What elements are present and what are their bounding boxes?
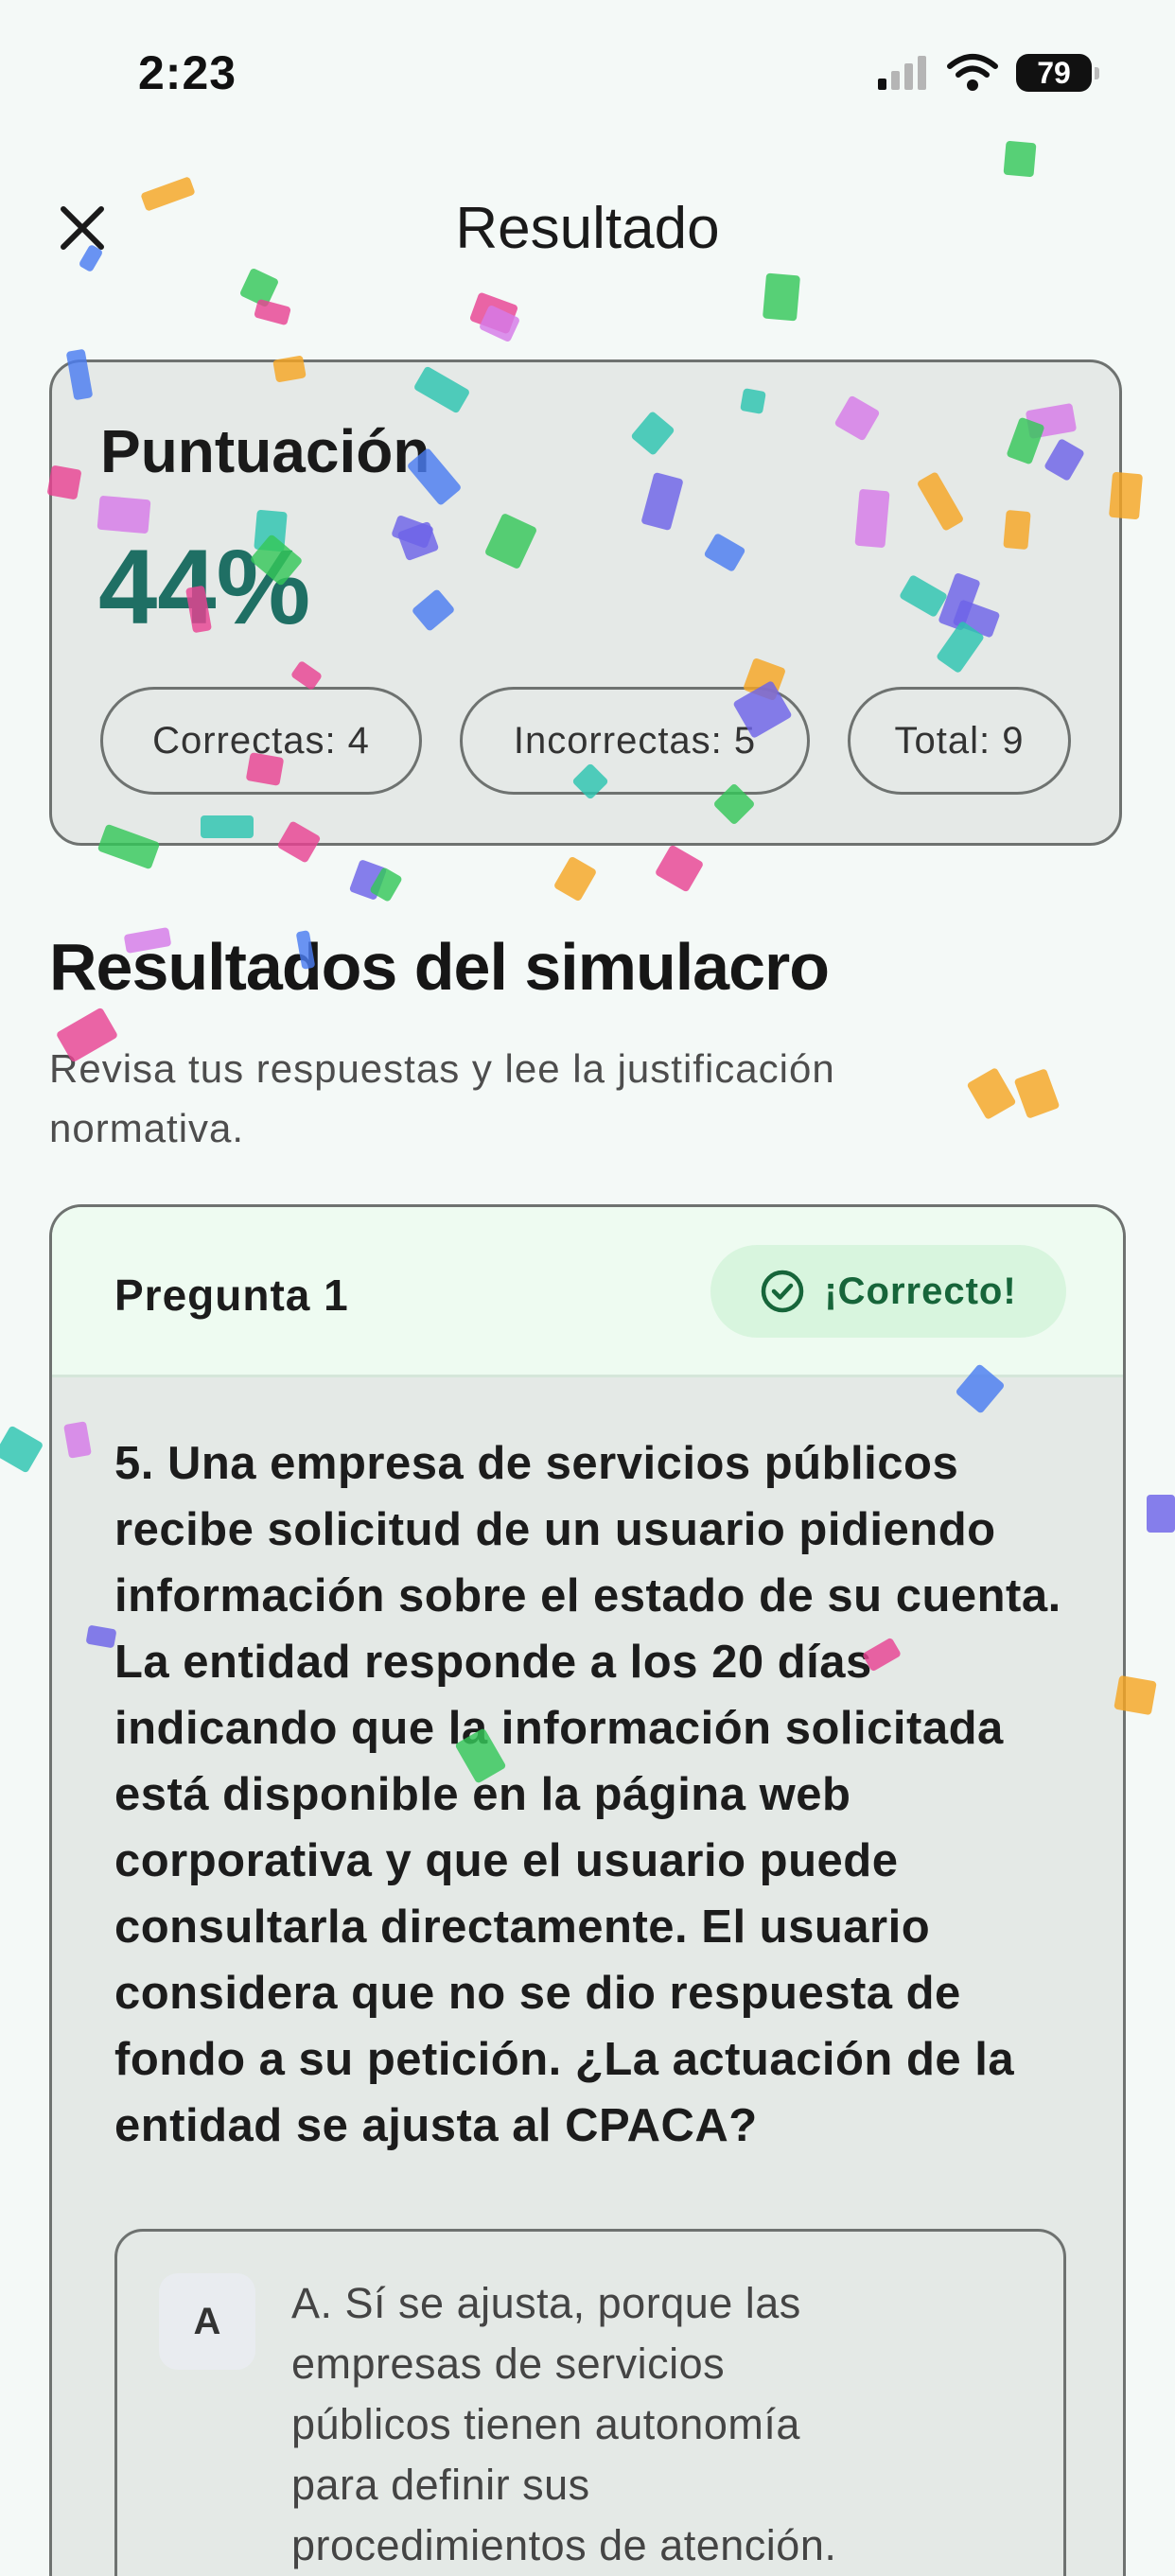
confetti-piece — [854, 488, 890, 549]
battery-icon: 79 — [1016, 54, 1099, 92]
status-badge-label: ¡Correcto! — [824, 1270, 1017, 1312]
confetti-piece — [762, 272, 801, 322]
question-number: Pregunta 1 — [114, 1270, 349, 1320]
confetti-piece — [1108, 471, 1144, 520]
confetti-piece — [0, 1425, 44, 1474]
question-header: Pregunta 1 ¡Correcto! — [52, 1207, 1123, 1377]
close-icon — [61, 206, 104, 250]
status-icons: 79 — [876, 53, 1099, 93]
check-circle-icon — [762, 1270, 804, 1313]
status-badge: ¡Correcto! — [710, 1245, 1066, 1338]
close-button[interactable] — [49, 195, 115, 261]
confetti-piece — [1003, 140, 1037, 178]
page-title: Resultado — [455, 196, 720, 261]
section-subtitle: Revisa tus respuestas y lee la justifica… — [49, 1046, 835, 1150]
confetti-piece — [552, 855, 598, 902]
option-letter: A — [159, 2273, 255, 2370]
confetti-piece — [1013, 1068, 1061, 1119]
wifi-icon — [947, 54, 998, 91]
confetti-piece — [1003, 509, 1031, 551]
confetti-piece — [654, 844, 705, 893]
confetti-piece — [46, 464, 82, 500]
confetti-piece — [245, 752, 285, 786]
confetti-piece — [254, 298, 291, 326]
option-text: A. Sí se ajusta, porque las empresas de … — [291, 2279, 837, 2569]
total-count-pill: Total: 9 — [848, 687, 1071, 795]
signal-icon — [878, 56, 926, 90]
confetti-piece — [1114, 1674, 1157, 1716]
confetti-piece — [201, 815, 254, 838]
question-card: Pregunta 1 ¡Correcto! 5. Una empresa de … — [49, 1204, 1126, 2576]
confetti-piece — [740, 388, 766, 414]
confetti-piece — [1147, 1495, 1175, 1533]
question-text: 5. Una empresa de servicios públicos rec… — [114, 1438, 1061, 2151]
status-time: 2:23 — [138, 46, 237, 99]
score-label: Puntuación — [100, 417, 430, 485]
confetti-piece — [96, 495, 151, 534]
answer-option-a[interactable]: A A. Sí se ajusta, porque las empresas d… — [114, 2229, 1066, 2576]
